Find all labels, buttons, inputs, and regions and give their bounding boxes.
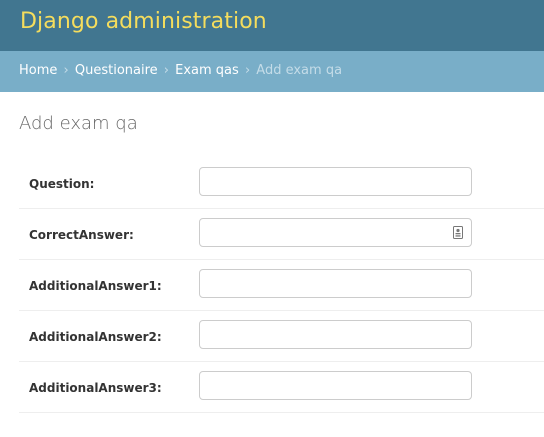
form-row-question: Question: <box>19 158 544 209</box>
additional-answer-2-input[interactable] <box>199 320 472 349</box>
additional-answer-2-label: AdditionalAnswer2: <box>29 330 162 344</box>
additional-answer-3-label: AdditionalAnswer3: <box>29 381 162 395</box>
additional-answer-3-input[interactable] <box>199 371 472 400</box>
form-row-additional-answer-1: AdditionalAnswer1: <box>19 260 544 311</box>
correct-answer-label: CorrectAnswer: <box>29 228 134 242</box>
question-input[interactable] <box>199 167 472 196</box>
correct-answer-input[interactable] <box>199 218 472 247</box>
add-exam-qa-form: Question: CorrectAnswer: AdditionalAnswe… <box>19 158 544 413</box>
breadcrumb-separator: › <box>244 63 251 78</box>
breadcrumb-current: Add exam qa <box>256 63 343 78</box>
question-label: Question: <box>29 177 95 191</box>
page-title: Add exam qa <box>19 113 138 134</box>
additional-answer-1-label: AdditionalAnswer1: <box>29 279 162 293</box>
form-row-additional-answer-3: AdditionalAnswer3: <box>19 362 544 413</box>
breadcrumb-home-link[interactable]: Home <box>19 63 57 78</box>
site-branding[interactable]: Django administration <box>20 8 267 36</box>
additional-answer-1-input[interactable] <box>199 269 472 298</box>
breadcrumb-model-link[interactable]: Exam qas <box>175 63 239 78</box>
breadcrumb-trail: Home › Questionaire › Exam qas › Add exa… <box>19 63 342 79</box>
breadcrumb-separator: › <box>163 63 169 78</box>
site-header: Django administration <box>0 0 544 51</box>
form-row-correct-answer: CorrectAnswer: <box>19 209 544 260</box>
breadcrumb-app-link[interactable]: Questionaire <box>75 63 158 78</box>
contact-card-icon[interactable] <box>453 226 463 239</box>
breadcrumb-separator: › <box>63 63 69 78</box>
breadcrumb: Home › Questionaire › Exam qas › Add exa… <box>0 51 544 92</box>
form-row-additional-answer-2: AdditionalAnswer2: <box>19 311 544 362</box>
